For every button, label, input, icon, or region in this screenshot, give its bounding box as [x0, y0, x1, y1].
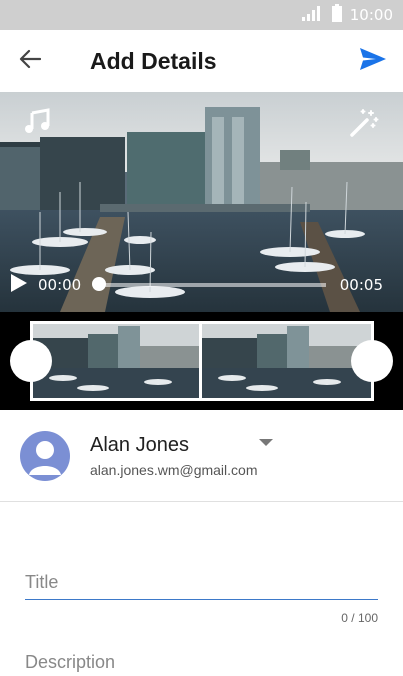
arrow-back-icon — [19, 49, 42, 74]
signal-icon — [301, 5, 322, 26]
trim-bar — [0, 312, 403, 410]
title-char-counter: 0 / 100 — [341, 611, 378, 625]
trim-start-handle[interactable] — [10, 340, 52, 382]
magic-wand-icon — [349, 109, 379, 142]
title-input[interactable] — [25, 566, 378, 600]
playback-controls: 00:00 00:05 — [0, 270, 403, 300]
person-icon — [29, 440, 61, 475]
back-button[interactable] — [0, 30, 60, 92]
enhance-button[interactable] — [349, 108, 379, 143]
app-bar: Add Details — [0, 30, 403, 92]
account-selector[interactable]: Alan Jones alan.jones.wm@gmail.com — [0, 410, 403, 502]
time-total: 00:05 — [339, 276, 383, 294]
frame-strip[interactable] — [30, 321, 374, 401]
dropdown-arrow-icon[interactable] — [259, 439, 273, 446]
avatar — [20, 430, 70, 481]
play-icon — [11, 273, 27, 292]
seek-thumb[interactable] — [92, 277, 107, 291]
status-time: 10:00 — [349, 6, 393, 24]
send-icon — [359, 47, 387, 76]
music-note-icon — [24, 108, 50, 138]
status-bar: 10:00 — [0, 0, 403, 30]
battery-icon — [331, 3, 342, 27]
music-button[interactable] — [24, 108, 50, 139]
send-button[interactable] — [343, 30, 403, 92]
video-preview[interactable]: 00:00 00:05 — [0, 92, 403, 312]
seek-bar[interactable] — [92, 277, 326, 291]
account-text: Alan Jones alan.jones.wm@gmail.com — [90, 434, 403, 478]
page-title: Add Details — [90, 47, 217, 74]
play-button[interactable] — [10, 273, 28, 298]
account-name: Alan Jones — [90, 433, 189, 456]
frame-thumbnail — [33, 324, 202, 398]
time-current: 00:00 — [38, 276, 82, 294]
account-email: alan.jones.wm@gmail.com — [90, 461, 258, 478]
trim-end-handle[interactable] — [351, 340, 393, 382]
frame-thumbnail — [202, 324, 371, 398]
